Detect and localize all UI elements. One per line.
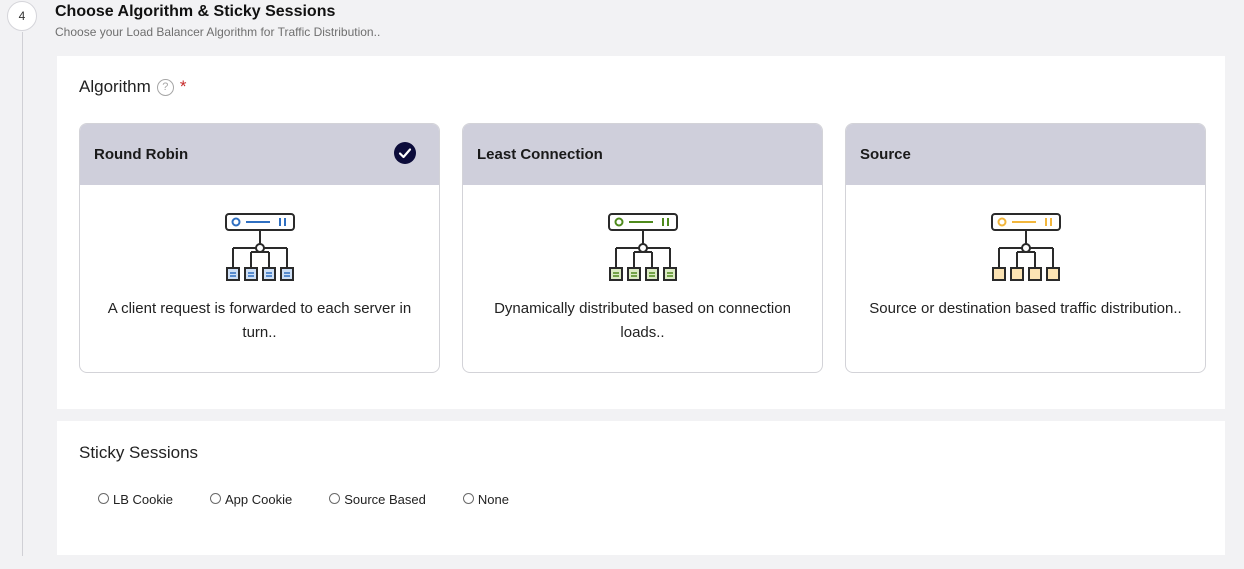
- server-tree-icon: [990, 213, 1061, 281]
- radio-label: Source Based: [344, 492, 426, 507]
- required-marker: *: [179, 77, 187, 96]
- sticky-sessions-panel: Sticky Sessions LB Cookie App Cookie Sou…: [57, 421, 1225, 555]
- step-connector-line: [22, 32, 23, 556]
- radio-label: LB Cookie: [113, 492, 173, 507]
- radio-label: None: [477, 492, 509, 507]
- card-title: Round Robin: [94, 146, 189, 163]
- algorithm-card-least-connection[interactable]: Least Connection Dynamically distributed…: [462, 123, 823, 373]
- card-title: Least Connection: [477, 146, 603, 163]
- server-tree-icon: [224, 213, 295, 281]
- card-description: Source or destination based traffic dist…: [869, 300, 1182, 317]
- algorithm-cards: Round Robin A client request is forwarde…: [79, 123, 1206, 373]
- card-header: Least Connection: [463, 124, 822, 185]
- radio-button[interactable]: [209, 493, 221, 504]
- step-title: Choose Algorithm & Sticky Sessions: [55, 3, 336, 20]
- algorithm-card-round-robin[interactable]: Round Robin A client request is forwarde…: [79, 123, 440, 373]
- help-icon[interactable]: ?: [156, 78, 174, 96]
- radio-button[interactable]: [462, 493, 474, 504]
- server-tree-icon: [607, 213, 678, 281]
- radio-app-cookie[interactable]: App Cookie: [209, 492, 293, 507]
- card-title: Source: [860, 146, 911, 163]
- card-description: A client request is forwarded to each se…: [107, 300, 412, 341]
- radio-button[interactable]: [329, 493, 341, 504]
- radio-source-based[interactable]: Source Based: [329, 492, 426, 507]
- card-description: Dynamically distributed based on connect…: [494, 300, 791, 341]
- radio-button[interactable]: [98, 493, 109, 504]
- check-circle-icon: [394, 142, 416, 164]
- sticky-sessions-options: LB Cookie App Cookie Source Based None: [98, 492, 546, 507]
- algorithm-panel: Algorithm ? * Round Robin A client reque…: [57, 56, 1225, 409]
- card-header: Round Robin: [80, 124, 439, 185]
- algorithm-heading: Algorithm ? *: [79, 77, 186, 97]
- radio-none[interactable]: None: [462, 492, 509, 507]
- step-number-badge: 4: [7, 1, 37, 31]
- radio-lb-cookie[interactable]: LB Cookie: [98, 492, 173, 507]
- sticky-sessions-title: Sticky Sessions: [79, 443, 199, 462]
- card-header: Source: [846, 124, 1205, 185]
- step-subtitle: Choose your Load Balancer Algorithm for …: [55, 25, 381, 39]
- radio-label: App Cookie: [224, 492, 293, 507]
- algorithm-title: Algorithm: [79, 77, 151, 96]
- algorithm-card-source[interactable]: Source Source or destination based traff…: [845, 123, 1206, 373]
